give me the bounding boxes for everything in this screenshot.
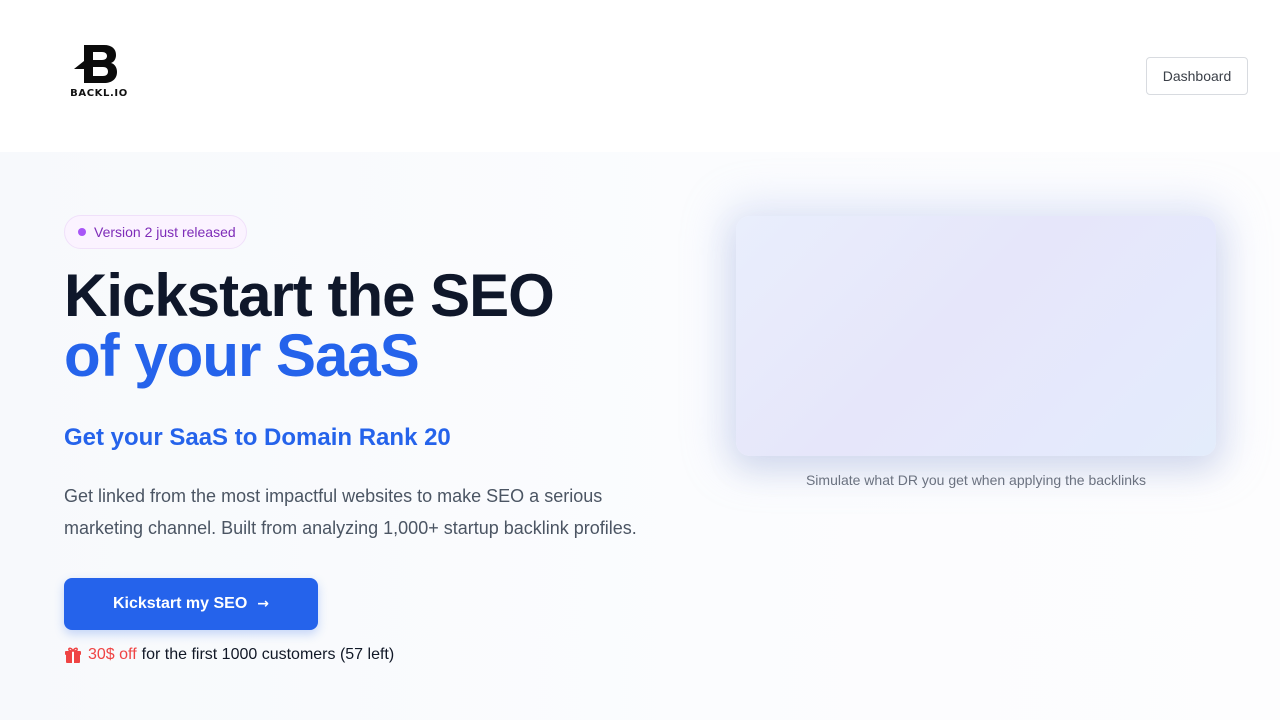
site-header: BACKL.IO Dashboard bbox=[0, 0, 1280, 152]
offer-discount: 30$ off bbox=[88, 646, 137, 663]
offer-line: 30$ off for the first 1000 customers (57… bbox=[64, 646, 394, 664]
logo-b-icon bbox=[74, 45, 117, 83]
dot-icon bbox=[78, 228, 86, 236]
logo-wordmark: BACKL.IO bbox=[70, 88, 128, 99]
subheadline: Get your SaaS to Domain Rank 20 bbox=[64, 424, 451, 451]
dr-simulator-caption: Simulate what DR you get when applying t… bbox=[805, 472, 1147, 488]
kickstart-seo-button[interactable]: Kickstart my SEO → bbox=[64, 578, 318, 630]
headline-line-1: Kickstart the SEO bbox=[64, 262, 555, 329]
page-title: Kickstart the SEO of your SaaS bbox=[64, 262, 555, 389]
logo[interactable]: BACKL.IO bbox=[70, 44, 128, 100]
offer-text: for the first 1000 customers (57 left) bbox=[141, 646, 395, 663]
cta-label: Kickstart my SEO bbox=[112, 595, 248, 612]
dr-simulator-card[interactable] bbox=[736, 216, 1216, 456]
version-badge[interactable]: Version 2 just released bbox=[64, 215, 247, 249]
headline-line-2: of your SaaS bbox=[64, 322, 420, 389]
version-badge-label: Version 2 just released bbox=[94, 224, 236, 240]
gift-icon bbox=[65, 647, 81, 663]
hero-description: Get linked from the most impactful websi… bbox=[64, 486, 637, 538]
dashboard-button[interactable]: Dashboard bbox=[1146, 57, 1248, 95]
arrow-right-icon: → bbox=[257, 596, 269, 612]
